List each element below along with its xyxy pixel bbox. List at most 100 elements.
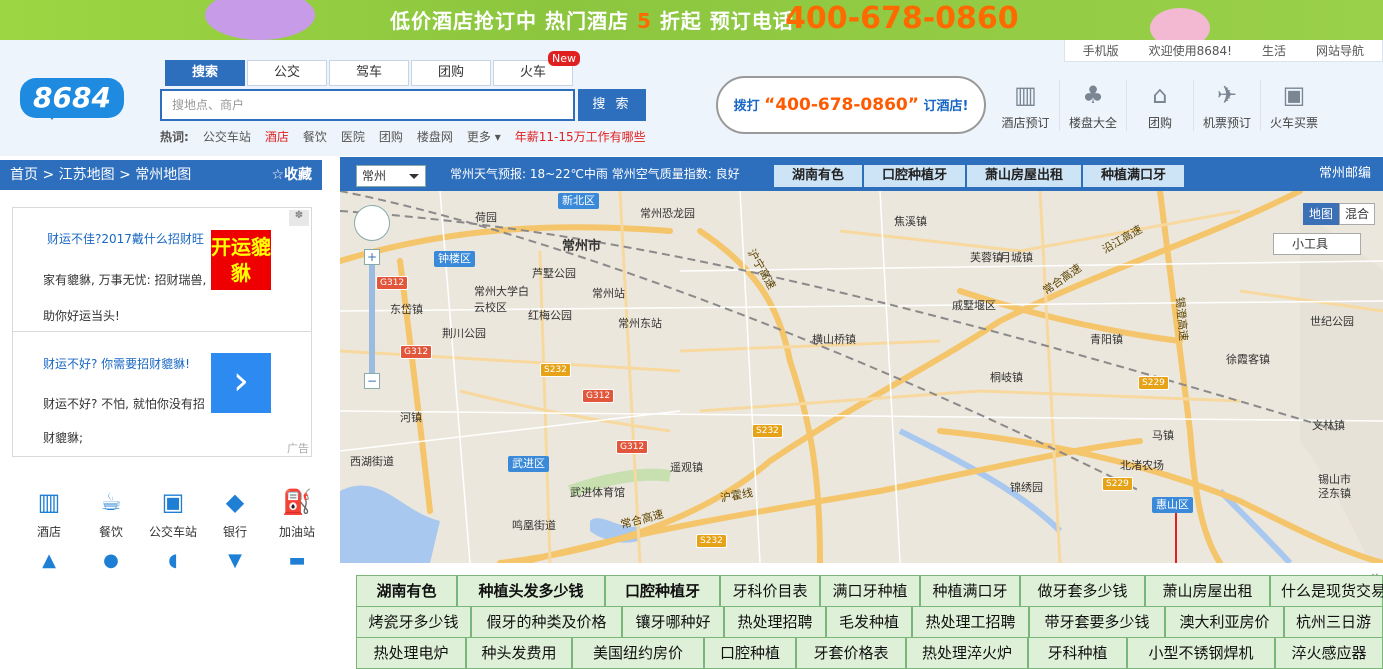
city-select[interactable]: 常州 (356, 165, 426, 187)
zoom-in-button[interactable]: + (364, 249, 380, 265)
keyword-link[interactable]: 淬火感应器 (1275, 638, 1383, 669)
hot-word-link[interactable]: 餐饮 (303, 128, 327, 145)
map-district-label[interactable]: 钟楼区 (434, 251, 475, 267)
keyword-link[interactable]: 满口牙种植 (820, 576, 920, 607)
map-type-hybrid[interactable]: 混合 (1338, 203, 1375, 225)
ad-image[interactable]: 开运貔貅 (211, 230, 271, 290)
quick-link-groupbuy[interactable]: ⌂ 团购 (1126, 80, 1193, 131)
arrow-right-icon[interactable]: › (211, 353, 271, 413)
pan-control[interactable] (354, 205, 390, 241)
keyword-link[interactable]: 口腔种植 (704, 638, 796, 669)
keyword-link[interactable]: 什么是现货交易 (1270, 576, 1383, 607)
map-district-label[interactable]: 惠山区 (1152, 497, 1193, 513)
keyword-link[interactable]: 种头发费用 (466, 638, 572, 669)
category-food[interactable]: ☕ 餐饮 (80, 487, 142, 540)
mobile-link[interactable]: 手机版 (1083, 42, 1119, 59)
category-bus-stop[interactable]: ▣ 公交车站 (142, 487, 204, 540)
category-icon[interactable]: ▲ (18, 550, 80, 571)
keyword-link[interactable]: 热处理招聘 (724, 607, 826, 638)
quick-link-hotel[interactable]: ▥ 酒店预订 (992, 80, 1059, 131)
breadcrumb-path[interactable]: 首页 > 江苏地图 > 常州地图 (10, 167, 191, 183)
keyword-link[interactable]: 美国纽约房价 (572, 638, 704, 669)
keyword-link[interactable]: 种植满口牙 (920, 576, 1020, 607)
keyword-link[interactable]: 假牙的种类及价格 (471, 607, 622, 638)
hotel-phone-callout[interactable]: 拨打 “400-678-0860” 订酒店! (716, 76, 986, 134)
map-canvas[interactable]: + − 地图 混合 小工具 常州市 新北区 荷园 常州恐龙园 钟楼区 芦墅公园 … (340, 191, 1383, 563)
tab-drive[interactable]: 驾车 (329, 60, 409, 86)
category-icon[interactable]: ▼ (204, 550, 266, 571)
more-link[interactable]: 更多 ▾ (467, 128, 501, 145)
postcode-link[interactable]: 常州邮编 (1319, 157, 1371, 191)
map-type-switch: 地图 混合 (1302, 203, 1375, 225)
ad-title[interactable]: 财运不好? 你需要招财貔貅! (43, 355, 203, 372)
ad-title[interactable]: 财运不佳?2017戴什么招财旺 (47, 230, 207, 247)
keyword-link[interactable]: 牙套价格表 (796, 638, 906, 669)
promo-banner[interactable]: 低价酒店抢订中 热门酒店 5 折起 预订电话 400-678-0860 (0, 0, 1383, 40)
ad-label: 广告 (287, 442, 309, 455)
zoom-out-button[interactable]: − (364, 373, 380, 389)
keyword-link[interactable]: 毛发种植 (826, 607, 912, 638)
gas-station-icon: ⛽ (282, 488, 312, 516)
map-tool-dropdown[interactable]: 小工具 (1273, 233, 1361, 255)
map-district-label[interactable]: 武进区 (508, 456, 549, 472)
promo-tab[interactable]: 萧山房屋出租 (967, 165, 1082, 187)
keyword-link[interactable]: 杭州三日游 (1284, 607, 1383, 638)
building-icon: ▥ (1014, 81, 1037, 109)
tab-search[interactable]: 搜索 (165, 60, 245, 86)
keyword-link[interactable]: 热处理淬火炉 (906, 638, 1028, 669)
category-icon[interactable]: ◖ (142, 550, 204, 571)
search-input[interactable]: 搜地点、商户 (160, 89, 575, 121)
keyword-link[interactable]: 热处理电炉 (356, 638, 466, 669)
tab-bus[interactable]: 公交 (247, 60, 327, 86)
promo-link[interactable]: 年薪11-15万工作有哪些 (515, 128, 646, 145)
quick-link-train[interactable]: ▣ 火车买票 (1260, 80, 1327, 131)
keyword-row: 烤瓷牙多少钱 假牙的种类及价格 镶牙哪种好 热处理招聘 毛发种植 热处理工招聘 … (356, 607, 1383, 638)
keyword-link[interactable]: 口腔种植牙 (605, 576, 720, 607)
promo-tab[interactable]: 种植满口牙 (1083, 165, 1185, 187)
keyword-link[interactable]: 澳大利亚房价 (1165, 607, 1284, 638)
keyword-link[interactable]: 做牙套多少钱 (1020, 576, 1145, 607)
ad-item[interactable]: 财运不好? 你需要招财貔貅! 财运不好? 不怕, 就怕你没有招财貔貅; › (13, 333, 311, 457)
category-gas[interactable]: ⛽ 加油站 (266, 487, 328, 540)
category-icon[interactable]: ● (80, 550, 142, 571)
quick-link-flight[interactable]: ✈ 机票预订 (1193, 80, 1260, 131)
ad-item[interactable]: 财运不佳?2017戴什么招财旺 家有貔貅, 万事无忧: 招财瑞兽, 助你好运当头… (13, 208, 311, 332)
tab-groupbuy[interactable]: 团购 (411, 60, 491, 86)
keyword-link[interactable]: 带牙套要多少钱 (1029, 607, 1165, 638)
banner-decoration-right (1150, 8, 1210, 40)
hot-word-link[interactable]: 团购 (379, 128, 403, 145)
hot-word-link[interactable]: 楼盘网 (417, 128, 453, 145)
keyword-link[interactable]: 小型不锈钢焊机 (1127, 638, 1275, 669)
keyword-link[interactable]: 烤瓷牙多少钱 (356, 607, 471, 638)
keyword-link[interactable]: 牙科价目表 (720, 576, 820, 607)
ad-desc: 家有貔貅, 万事无忧: 招财瑞兽, 助你好运当头! (43, 273, 207, 323)
map-road-shield: G312 (376, 276, 409, 290)
site-nav-link[interactable]: 网站导航 (1316, 42, 1364, 59)
keyword-link[interactable]: 热处理工招聘 (912, 607, 1029, 638)
map-place-label: 徐霞客镇 (1226, 353, 1270, 366)
bank-icon: ◆ (225, 488, 245, 516)
category-icon[interactable]: ▬ (266, 550, 328, 571)
map-district-label[interactable]: 新北区 (558, 193, 599, 209)
keyword-link[interactable]: 牙科种植 (1028, 638, 1127, 669)
keyword-link[interactable]: 种植头发多少钱 (457, 576, 605, 607)
banner-text: 低价酒店抢订中 热门酒店 5 折起 预订电话 (390, 9, 794, 33)
favorite-button[interactable]: ☆收藏 (271, 160, 312, 190)
promo-tab[interactable]: 口腔种植牙 (864, 165, 966, 187)
site-logo[interactable]: 8684 (20, 78, 124, 120)
promo-tab[interactable]: 湖南有色 (774, 165, 863, 187)
life-link[interactable]: 生活 (1262, 42, 1286, 59)
quick-link-estate[interactable]: ♣ 楼盘大全 (1059, 80, 1126, 131)
keyword-link[interactable]: 萧山房屋出租 (1145, 576, 1270, 607)
search-button[interactable]: 搜 索 (578, 89, 646, 121)
category-hotel[interactable]: ▥ 酒店 (18, 487, 80, 540)
hot-word-link[interactable]: 酒店 (265, 128, 289, 145)
keyword-link[interactable]: 湖南有色 (356, 576, 457, 607)
category-bank[interactable]: ◆ 银行 (204, 487, 266, 540)
keyword-link[interactable]: 镶牙哪种好 (622, 607, 724, 638)
map-type-normal[interactable]: 地图 (1302, 203, 1339, 225)
hot-word-link[interactable]: 医院 (341, 128, 365, 145)
zoom-slider[interactable] (369, 265, 375, 373)
map-roads (340, 191, 1383, 563)
hot-word-link[interactable]: 公交车站 (203, 128, 251, 145)
